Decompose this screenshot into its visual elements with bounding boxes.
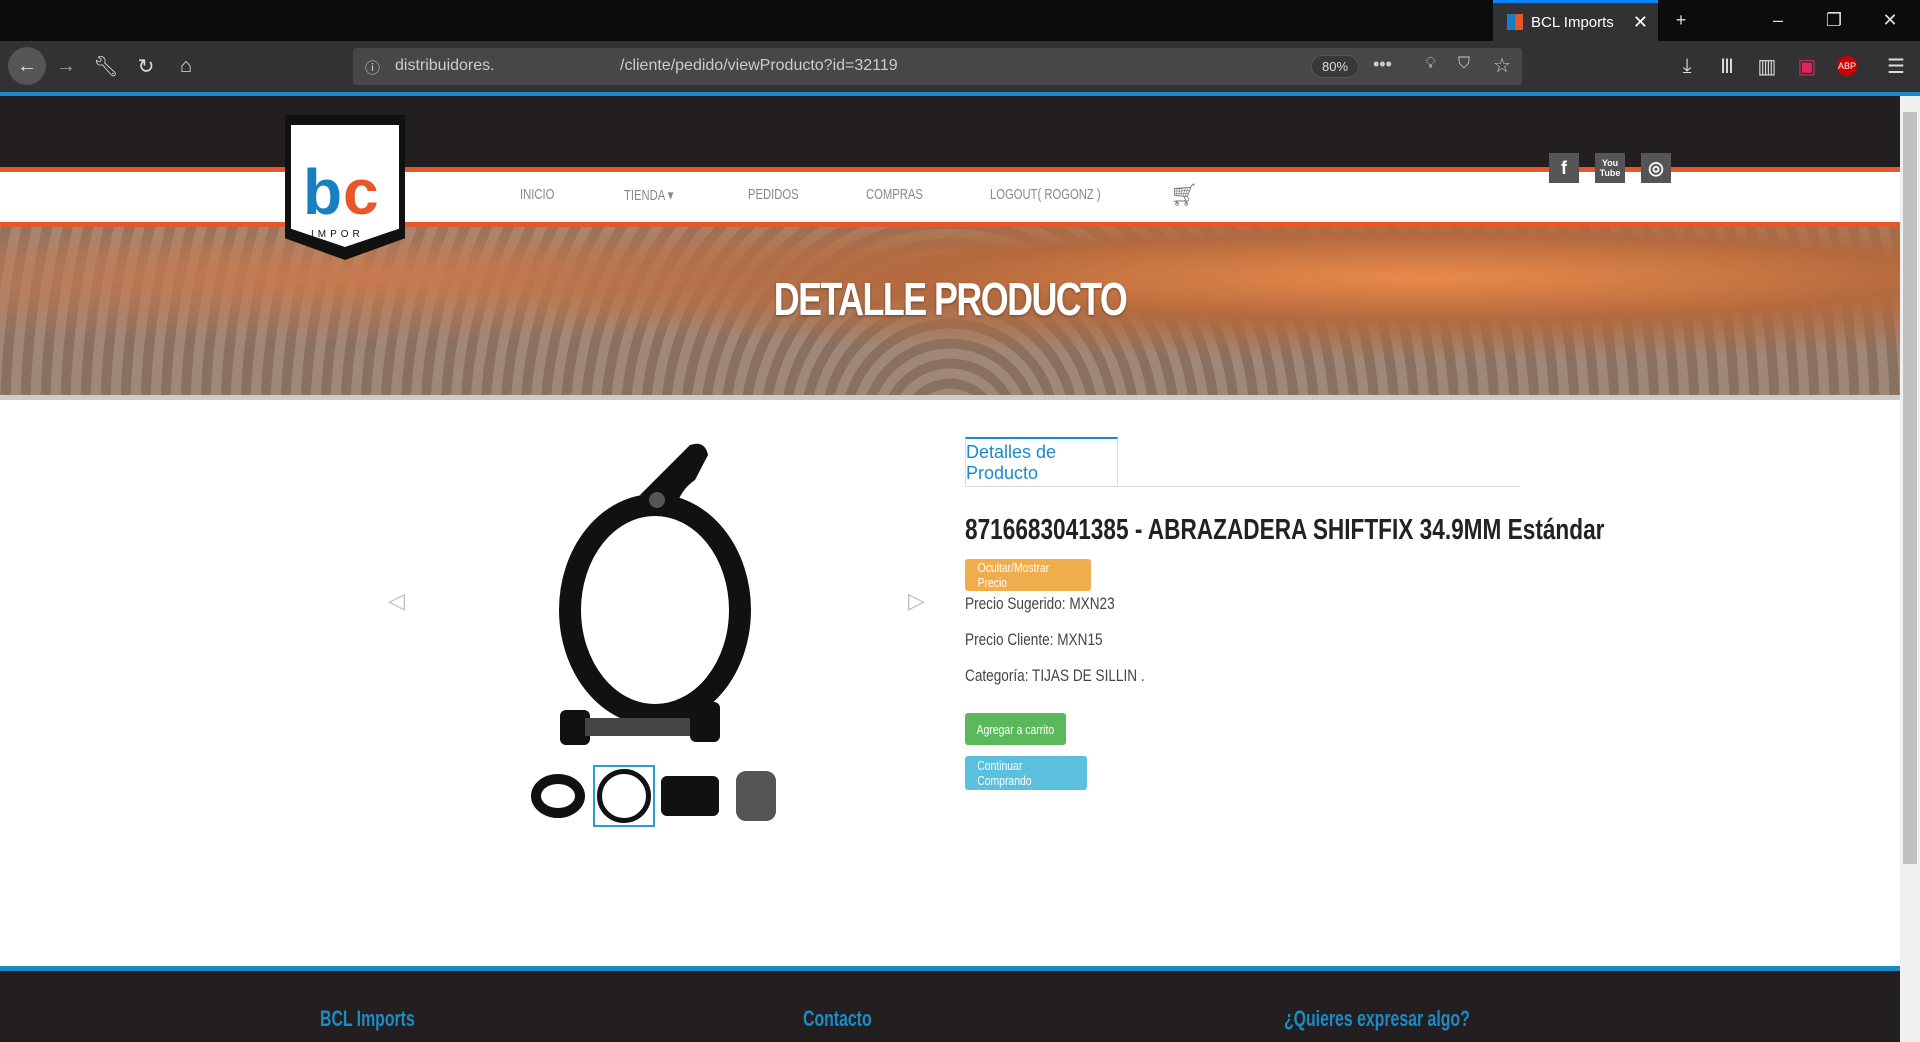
browser-tab[interactable]: BCL Imports ✕ (1493, 0, 1658, 41)
facebook-icon[interactable]: f (1549, 153, 1579, 183)
scrollbar-thumb[interactable] (1903, 112, 1917, 864)
restore-button[interactable]: ❐ (1806, 0, 1862, 41)
footer (0, 966, 1900, 1042)
menu-icon[interactable]: ☰ (1879, 49, 1913, 83)
add-to-cart-button[interactable]: Agregar a carrito (965, 713, 1066, 745)
cart-icon[interactable]: 🛒︎ (1170, 182, 1198, 208)
tab-title: BCL Imports (1531, 13, 1614, 31)
logo-text: IMPOR (311, 229, 364, 240)
toggle-price-button[interactable]: Ocultar/Mostrar Precio (965, 559, 1091, 591)
carousel-next-icon[interactable]: ▷ (908, 588, 925, 614)
continue-shopping-button[interactable]: Continuar Comprando (965, 756, 1087, 790)
forward-button[interactable]: → (49, 49, 83, 83)
url-bar[interactable]: ⓘ distribuidores. /cliente/pedido/viewPr… (353, 48, 1522, 85)
logo[interactable]: b c IMPOR (285, 115, 405, 260)
bookmark-star-icon[interactable]: ☆ (1493, 53, 1511, 78)
thumbnail[interactable] (527, 765, 589, 827)
divider (0, 395, 1900, 400)
adblock-icon[interactable]: ABP (1830, 49, 1864, 83)
toggle-price-label: Ocultar/Mostrar Precio (977, 560, 1050, 590)
url-path: /cliente/pedido/viewProducto?id=32119 (620, 57, 898, 74)
page-title: DETALLE PRODUCTO (773, 273, 1128, 325)
product-title: 8716683041385 - ABRAZADERA SHIFTFIX 34.9… (965, 514, 1605, 546)
lightbulb-icon[interactable]: 💡︎ (1425, 55, 1436, 73)
zoom-level[interactable]: 80% (1311, 55, 1359, 78)
footer-heading-bcl: BCL Imports (320, 1006, 415, 1031)
favicon-icon (1507, 14, 1523, 30)
thumbnail-selected[interactable] (593, 765, 655, 827)
reload-button[interactable]: ↻ (129, 49, 163, 83)
nav-compras[interactable]: COMPRAS (866, 186, 923, 203)
carousel-prev-icon[interactable]: ◁ (388, 588, 405, 614)
more-icon[interactable]: ••• (1373, 54, 1392, 75)
caret-down-icon: ▾ (667, 187, 674, 204)
product-image (559, 443, 751, 745)
nav-pedidos[interactable]: PEDIDOS (748, 186, 799, 203)
tab-divider (965, 486, 1520, 487)
client-price: Precio Cliente: MXN15 (965, 630, 1103, 649)
instagram-icon[interactable]: ◎ (1641, 153, 1671, 183)
thumbnail[interactable] (659, 765, 721, 827)
footer-heading-expresar: ¿Quieres expresar algo? (1284, 1006, 1470, 1031)
sidebar-icon[interactable]: ▥ (1750, 49, 1784, 83)
minimize-button[interactable]: – (1750, 0, 1806, 41)
new-tab-button[interactable]: + (1653, 0, 1709, 41)
continue-shopping-label: Continuar Comprando (977, 758, 1032, 788)
add-to-cart-label: Agregar a carrito (976, 721, 1055, 737)
nav-inicio[interactable]: INICIO (520, 186, 554, 203)
tab-detalles[interactable]: Detalles de Producto (965, 437, 1118, 487)
download-icon[interactable]: ⤓ (1670, 49, 1704, 83)
browser-toolbar: ← → 🔧︎ ↻ ⌂ ⓘ distribuidores. /cliente/pe… (0, 41, 1920, 92)
wrench-icon[interactable]: 🔧︎ (89, 49, 123, 83)
close-tab-icon[interactable]: ✕ (1633, 12, 1648, 33)
category: Categoría: TIJAS DE SILLIN . (965, 666, 1145, 685)
info-icon[interactable]: ⓘ (365, 57, 380, 78)
suggested-price: Precio Sugerido: MXN23 (965, 594, 1115, 613)
pocket-icon[interactable]: ⛉ (1458, 55, 1470, 73)
home-button[interactable]: ⌂ (169, 49, 203, 83)
nav-tienda[interactable]: TIENDA ▾ (624, 186, 673, 204)
library-icon[interactable]: Ⅲ (1710, 49, 1744, 83)
url-domain: distribuidores. (395, 57, 495, 74)
close-window-button[interactable]: ✕ (1862, 0, 1918, 41)
youtube-icon[interactable]: You Tube (1595, 153, 1625, 183)
back-button[interactable]: ← (8, 47, 46, 85)
thumbnail[interactable] (725, 765, 787, 827)
footer-heading-contacto: Contacto (803, 1006, 872, 1031)
nav-logout[interactable]: LOGOUT( ROGONZ ) (990, 186, 1101, 203)
extension-icon[interactable]: ▣ (1790, 49, 1824, 83)
nav-tienda-label: TIENDA (624, 187, 665, 204)
